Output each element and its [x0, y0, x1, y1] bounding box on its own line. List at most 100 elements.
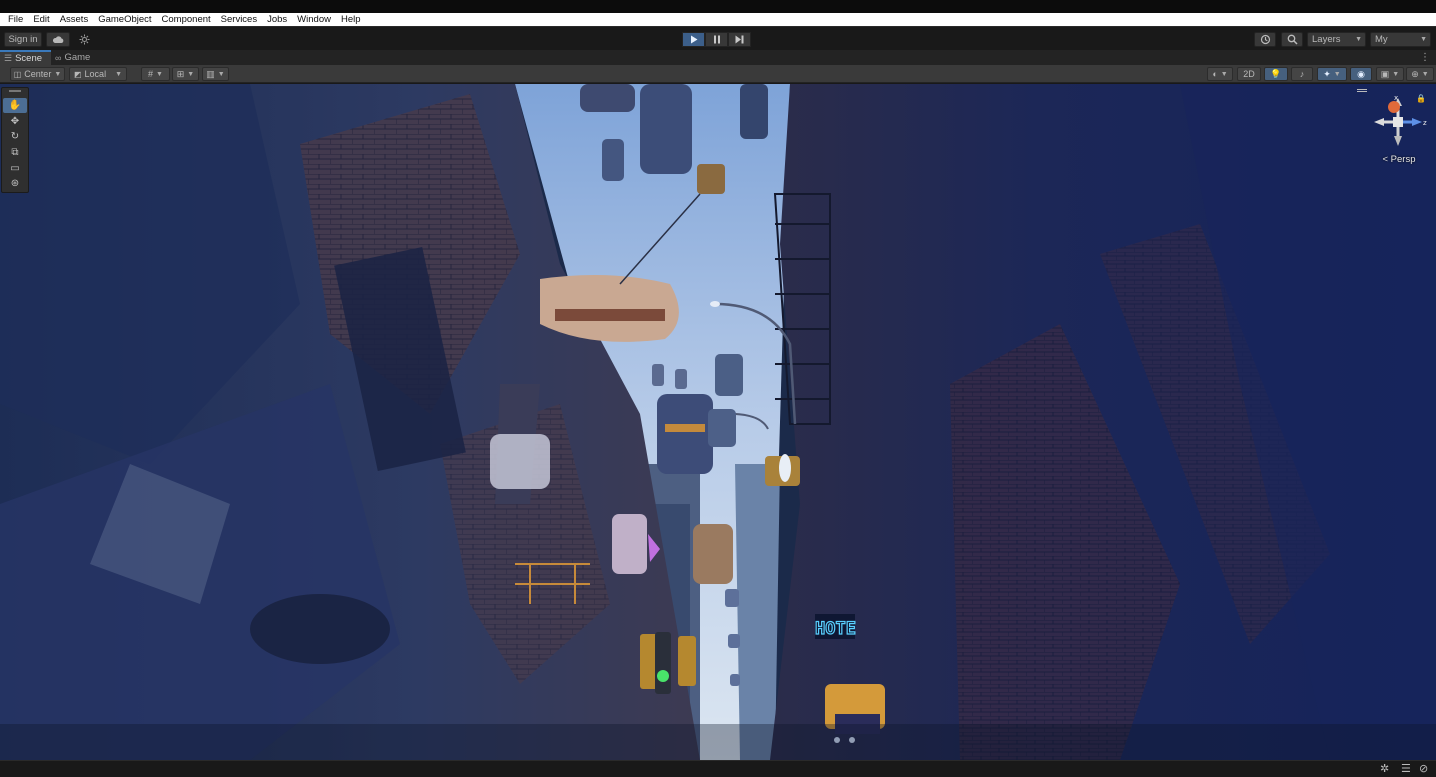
snap-grid-icon: ⊞ — [176, 68, 185, 79]
hotel-neon-sign: HOTE — [815, 619, 856, 639]
hover-car — [490, 434, 550, 489]
scene-visibility-toggle[interactable]: ◉ — [1350, 67, 1372, 81]
play-button[interactable] — [682, 32, 705, 47]
sign-in-button[interactable]: Sign in — [4, 32, 42, 47]
scene-render: HOTE — [0, 84, 1436, 760]
chevron-down-icon: ▼ — [1420, 36, 1427, 43]
rotate-tool[interactable]: ↻ — [3, 129, 27, 144]
ground-shade — [0, 724, 1436, 760]
pivot-rotation-label: Local — [84, 69, 107, 79]
hover-car — [657, 394, 713, 474]
grid-visibility-dropdown[interactable]: # ▼ — [141, 67, 170, 81]
bug-icon[interactable]: ✲ — [1380, 762, 1389, 775]
chevron-down-icon: ▼ — [217, 70, 225, 78]
menu-jobs[interactable]: Jobs — [262, 13, 292, 27]
layers-dropdown[interactable]: Layers ▼ — [1307, 32, 1366, 47]
transform-icon: ⊛ — [10, 178, 20, 190]
hover-car — [602, 139, 624, 181]
chevron-down-icon: ▼ — [1421, 70, 1429, 78]
playmode-controls — [682, 32, 751, 47]
scene-lighting-toggle[interactable]: 💡 — [1264, 67, 1288, 81]
local-space-icon: ◩ — [73, 69, 82, 79]
layout-dropdown[interactable]: My ▼ — [1370, 32, 1431, 47]
chevron-down-icon: ▼ — [156, 70, 163, 78]
menu-edit[interactable]: Edit — [28, 13, 54, 27]
grid-snapping-dropdown[interactable]: ⊞ ▼ — [172, 67, 199, 81]
search-icon — [1287, 34, 1298, 45]
rect-icon: ▭ — [10, 162, 20, 174]
move-tool[interactable]: ✥ — [3, 114, 27, 129]
gizmo-cone-z — [1412, 118, 1422, 126]
eye-slash-icon: ◉ — [1357, 68, 1365, 79]
step-button[interactable] — [728, 32, 751, 47]
hover-car — [740, 84, 768, 139]
layers-dropdown-label: Layers — [1312, 34, 1341, 45]
pivot-icon: ◫ — [13, 69, 22, 79]
history-icon — [1260, 34, 1270, 45]
draw-mode-dropdown[interactable]: ◐ ▼ — [1207, 67, 1233, 81]
menu-window[interactable]: Window — [292, 13, 336, 27]
more-options-icon[interactable]: ⋮ — [1420, 50, 1430, 65]
pivot-mode-dropdown[interactable]: ◫ Center ▼ — [10, 67, 65, 81]
menu-help[interactable]: Help — [336, 13, 366, 27]
overlay-handle[interactable] — [1357, 89, 1367, 92]
toggle-2d-button[interactable]: 2D — [1237, 67, 1261, 81]
overlay-grip[interactable] — [9, 90, 21, 92]
status-bar: ✲ ☰ ⊘ — [0, 760, 1436, 777]
checkmark-circle-icon[interactable]: ⊘ — [1419, 762, 1428, 775]
main-toolbar: Sign in Layers ▼ My ▼ — [0, 28, 1436, 50]
menu-assets[interactable]: Assets — [55, 13, 94, 27]
tab-scene-label: Scene — [15, 53, 43, 64]
menu-file[interactable]: File — [3, 13, 28, 27]
gizmos-dropdown[interactable]: ⊕ ▼ — [1406, 67, 1434, 81]
tab-scene[interactable]: ☰ Scene — [0, 50, 52, 65]
hover-car-stripe — [665, 424, 705, 432]
left-ac-unit — [250, 594, 390, 664]
pivot-rotation-dropdown[interactable]: ◩ Local ▼ — [69, 67, 127, 81]
hover-car — [730, 674, 740, 686]
menu-component[interactable]: Component — [157, 13, 216, 27]
camera-icon: ▣ — [1380, 68, 1390, 79]
scale-tool[interactable]: ⧉ — [3, 145, 27, 160]
traffic-light-lamp — [779, 454, 791, 482]
view-tab-bar: ☰ Scene ∞ Game ⋮ — [0, 50, 1436, 65]
traffic-light — [678, 636, 696, 686]
tab-game-label: Game — [64, 52, 91, 63]
tab-game[interactable]: ∞ Game — [51, 50, 99, 65]
layers-stack-icon[interactable]: ☰ — [1401, 762, 1411, 775]
cloud-button[interactable] — [46, 32, 70, 47]
gamepad-icon: ∞ — [55, 52, 62, 63]
traffic-light-housing — [655, 632, 671, 694]
increment-snap-icon: ▥ — [206, 68, 215, 79]
shading-sphere-icon: ◐ — [1212, 69, 1218, 79]
effects-dropdown[interactable]: ✦ ▼ — [1317, 67, 1347, 81]
search-button[interactable] — [1281, 32, 1303, 47]
step-icon — [735, 35, 744, 44]
undo-history-button[interactable] — [1254, 32, 1276, 47]
grid-icon: # — [148, 69, 154, 79]
hand-tool[interactable]: ✋ — [3, 98, 27, 113]
gizmo-cone-x — [1388, 101, 1400, 113]
pause-button[interactable] — [705, 32, 728, 47]
hover-car — [715, 354, 743, 396]
rect-tool[interactable]: ▭ — [3, 161, 27, 176]
scene-viewport[interactable]: HOTE — [0, 84, 1436, 760]
gizmo-center-cube — [1393, 117, 1403, 127]
scene-icon: ☰ — [4, 53, 13, 63]
hover-car — [640, 84, 692, 174]
camera-settings-dropdown[interactable]: ▣ ▼ — [1376, 67, 1404, 81]
lock-icon[interactable]: 🔒 — [1416, 94, 1426, 103]
hover-car — [693, 524, 733, 584]
menu-gameobject[interactable]: GameObject — [93, 13, 156, 27]
unity-editor-window: File Edit Assets GameObject Component Se… — [0, 0, 1436, 777]
audio-toggle[interactable]: ♪ — [1291, 67, 1313, 81]
increment-snapping-dropdown[interactable]: ▥ ▼ — [202, 67, 229, 81]
gizmos-globe-icon: ⊕ — [1411, 68, 1419, 79]
chevron-down-icon: ▼ — [1392, 70, 1400, 78]
gizmo-x-label: x — [1394, 94, 1398, 102]
hover-car — [675, 369, 687, 389]
collab-button[interactable] — [74, 32, 94, 47]
menu-services[interactable]: Services — [216, 13, 262, 27]
transform-tool[interactable]: ⊛ — [3, 176, 27, 191]
projection-toggle[interactable]: < Persp — [1374, 154, 1424, 165]
